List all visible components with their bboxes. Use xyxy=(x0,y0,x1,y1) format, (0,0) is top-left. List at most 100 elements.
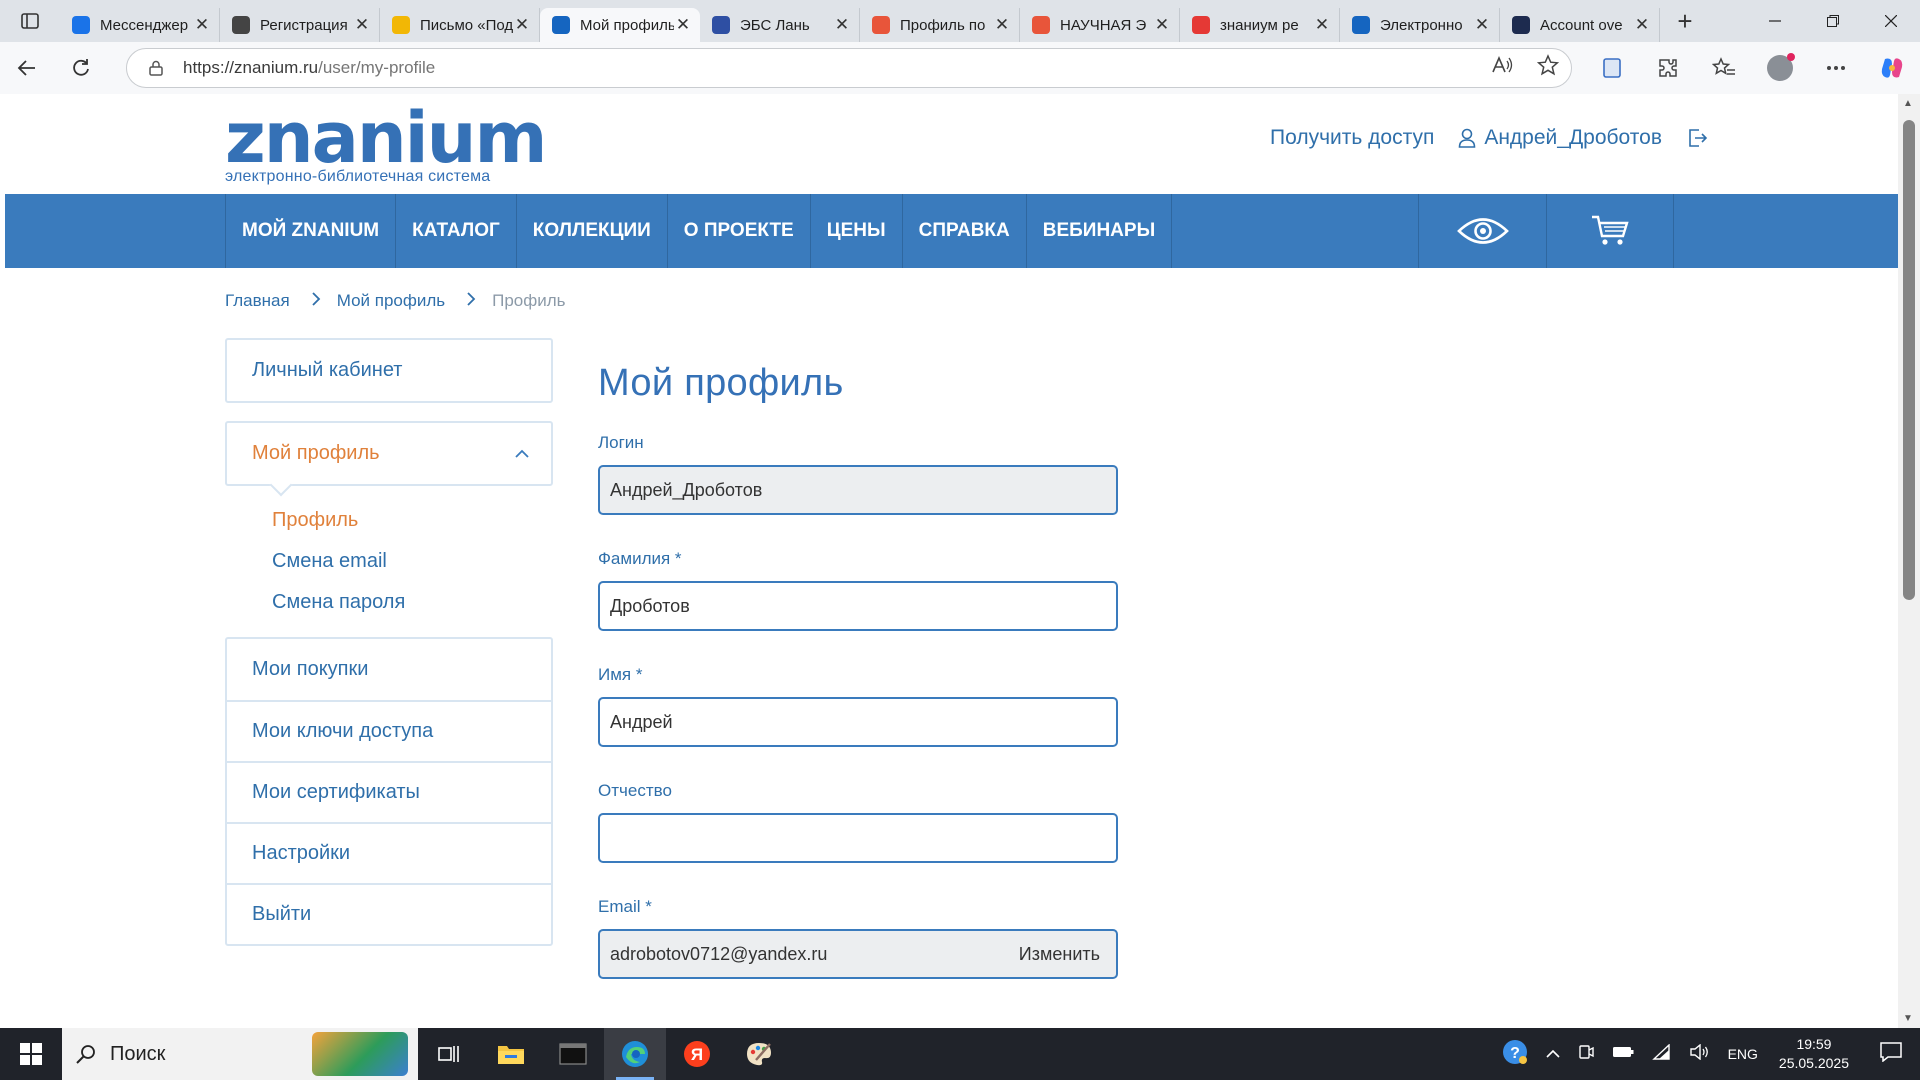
scroll-down-icon[interactable]: ▼ xyxy=(1903,1013,1913,1024)
page-scrollbar[interactable]: ▲ ▼ xyxy=(1898,94,1920,1028)
more-menu-icon[interactable] xyxy=(1808,65,1864,71)
volume-icon[interactable] xyxy=(1689,1043,1710,1065)
lastname-input[interactable]: Дроботов xyxy=(598,581,1118,631)
extensions-icon[interactable] xyxy=(1640,57,1696,79)
tab-favicon-icon xyxy=(1352,16,1370,34)
browser-tab[interactable]: Письмо «Под ✕ xyxy=(380,8,540,42)
close-window-button[interactable] xyxy=(1862,0,1920,42)
minimize-button[interactable] xyxy=(1746,0,1804,42)
nav-item[interactable]: СПРАВКА xyxy=(901,194,1026,268)
email-input[interactable]: adrobotov0712@yandex.ru Изменить xyxy=(598,929,1118,979)
scroll-up-icon[interactable]: ▲ xyxy=(1903,98,1913,109)
breadcrumb-home[interactable]: Главная xyxy=(225,291,290,311)
browser-tab[interactable]: знаниум ре ✕ xyxy=(1180,8,1340,42)
favorites-list-icon[interactable] xyxy=(1696,57,1752,79)
breadcrumb-current: Профиль xyxy=(492,290,566,310)
browser-tab[interactable]: Мой профиль ✕ xyxy=(540,8,700,42)
sidebar-item[interactable]: Настройки xyxy=(227,822,551,883)
tab-close-icon[interactable]: ✕ xyxy=(1473,15,1491,35)
browser-tab[interactable]: Мессенджер ✕ xyxy=(60,8,220,42)
tab-actions-button[interactable] xyxy=(0,0,60,42)
tab-close-icon[interactable]: ✕ xyxy=(1153,15,1171,35)
sidebar-item[interactable]: Мои покупки xyxy=(227,639,551,700)
tab-close-icon[interactable]: ✕ xyxy=(193,15,211,35)
sidebar-item[interactable]: Мои ключи доступа xyxy=(227,700,551,761)
edge-icon xyxy=(622,1041,648,1067)
help-icon[interactable]: ? xyxy=(1502,1039,1528,1070)
paint-button[interactable] xyxy=(728,1028,790,1080)
favorite-star-icon[interactable] xyxy=(1536,54,1560,82)
tab-close-icon[interactable]: ✕ xyxy=(1313,15,1331,35)
user-profile-link[interactable]: Андрей_Дроботов xyxy=(1458,126,1662,150)
sidebar-item[interactable]: Мои сертификаты xyxy=(227,761,551,822)
clock[interactable]: 19:59 25.05.2025 xyxy=(1779,1035,1849,1073)
accessibility-eye-button[interactable] xyxy=(1418,194,1546,268)
cart-button[interactable] xyxy=(1546,194,1674,268)
main-navigation: МОЙ ZNANIUM КАТАЛОГ КОЛЛЕКЦИИ О ПРОЕКТЕ ЦЕНЫ… xyxy=(5,194,1898,268)
svg-text:Я: Я xyxy=(691,1045,703,1064)
profile-form: Мой профиль Логин Андрей_Дроботов Фамили… xyxy=(598,362,1118,1013)
new-tab-button[interactable]: + xyxy=(1660,6,1710,37)
browser-tab[interactable]: Account ove ✕ xyxy=(1500,8,1660,42)
battery-icon[interactable] xyxy=(1612,1045,1634,1063)
firstname-input[interactable]: Андрей xyxy=(598,697,1118,747)
sidebar-item-my-profile[interactable]: Мой профиль xyxy=(227,423,551,484)
profile-avatar[interactable] xyxy=(1752,53,1808,81)
tab-close-icon[interactable]: ✕ xyxy=(513,15,531,35)
meet-now-icon[interactable] xyxy=(1578,1043,1594,1066)
nav-item[interactable]: КОЛЛЕКЦИИ xyxy=(515,194,667,268)
scrollbar-thumb[interactable] xyxy=(1903,120,1915,600)
nav-item[interactable]: О ПРОЕКТЕ xyxy=(666,194,810,268)
restore-button[interactable] xyxy=(1804,0,1862,42)
logout-icon[interactable] xyxy=(1686,127,1708,149)
start-button[interactable] xyxy=(0,1028,62,1080)
site-info-icon[interactable] xyxy=(147,59,165,77)
middlename-input[interactable] xyxy=(598,813,1118,863)
tab-close-icon[interactable]: ✕ xyxy=(353,15,371,35)
wifi-icon[interactable] xyxy=(1651,1042,1672,1065)
tab-close-icon[interactable]: ✕ xyxy=(993,15,1011,35)
address-bar[interactable]: https://znanium.ru/user/my-profile xyxy=(126,48,1572,88)
browser-tab[interactable]: Электронно ✕ xyxy=(1340,8,1500,42)
back-button[interactable] xyxy=(0,42,54,94)
tab-close-icon[interactable]: ✕ xyxy=(674,15,692,35)
browser-tab[interactable]: ЭБС Лань ✕ xyxy=(700,8,860,42)
task-view-button[interactable] xyxy=(418,1028,480,1080)
browser-tab-strip: Мессенджер ✕ Регистрация ✕ Письмо «Под ✕ Мой п… xyxy=(0,0,1920,42)
terminal-button[interactable] xyxy=(542,1028,604,1080)
nav-item[interactable]: ВЕБИНАРЫ xyxy=(1025,194,1173,268)
nav-item[interactable]: КАТАЛОГ xyxy=(395,194,516,268)
get-access-link[interactable]: Получить доступ xyxy=(1270,126,1434,150)
breadcrumb-section[interactable]: Мой профиль xyxy=(337,291,445,311)
search-icon xyxy=(76,1045,95,1064)
email-change-button[interactable]: Изменить xyxy=(1019,944,1106,965)
nav-item[interactable]: МОЙ ZNANIUM xyxy=(225,194,395,268)
language-indicator[interactable]: ENG xyxy=(1728,1046,1758,1062)
chevron-up-icon[interactable] xyxy=(1546,1045,1560,1063)
edge-button[interactable] xyxy=(604,1028,666,1080)
browser-tab[interactable]: Профиль по ✕ xyxy=(860,8,1020,42)
yandex-browser-button[interactable]: Я xyxy=(666,1028,728,1080)
collections-icon[interactable] xyxy=(1584,57,1640,79)
login-input[interactable]: Андрей_Дроботов xyxy=(598,465,1118,515)
tab-close-icon[interactable]: ✕ xyxy=(833,15,851,35)
reload-button[interactable] xyxy=(54,42,108,94)
url-path: /user/my-profile xyxy=(318,58,436,77)
browser-tab[interactable]: НАУЧНАЯ Э ✕ xyxy=(1020,8,1180,42)
sidebar-item-cabinet[interactable]: Личный кабинет xyxy=(227,340,551,401)
file-explorer-button[interactable] xyxy=(480,1028,542,1080)
sidebar-subitem[interactable]: Профиль xyxy=(272,500,553,541)
terminal-icon xyxy=(559,1043,587,1065)
browser-tab[interactable]: Регистрация ✕ xyxy=(220,8,380,42)
sidebar-subitem[interactable]: Смена пароля xyxy=(272,582,553,623)
taskbar-search[interactable]: Поиск xyxy=(62,1028,418,1080)
notifications-icon[interactable] xyxy=(1880,1041,1902,1067)
read-aloud-icon[interactable] xyxy=(1491,55,1513,81)
sidebar-subitem[interactable]: Смена email xyxy=(272,541,553,582)
copilot-icon[interactable] xyxy=(1864,55,1920,81)
sidebar-item[interactable]: Выйти xyxy=(227,883,551,944)
tab-close-icon[interactable]: ✕ xyxy=(1633,15,1651,35)
tab-title: Мессенджер xyxy=(100,16,189,34)
nav-item[interactable]: ЦЕНЫ xyxy=(809,194,902,268)
znanium-logo[interactable]: znanium электронно-библиотечная система xyxy=(225,102,547,186)
